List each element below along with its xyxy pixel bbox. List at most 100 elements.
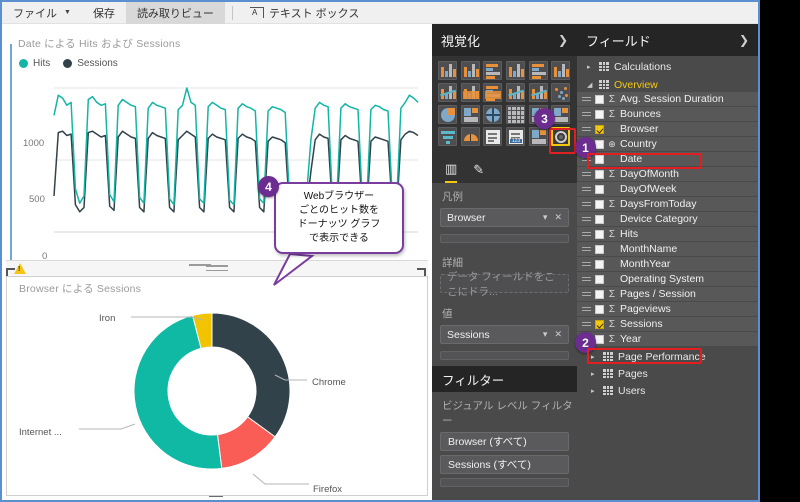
area-chart-icon[interactable] [460, 83, 480, 102]
table-node-calculations[interactable]: ▸ Calculations [577, 59, 758, 74]
field-checkbox[interactable] [595, 229, 604, 239]
reading-view-button[interactable]: 読み取りビュー [125, 1, 225, 24]
field-row-dayofmonth[interactable]: Σ DayOfMonth [577, 167, 758, 182]
field-row-date[interactable]: Date [577, 152, 758, 167]
line-stacked-column-chart-icon[interactable] [505, 83, 525, 102]
chevron-down-icon[interactable]: ▾ [543, 212, 548, 223]
field-checkbox[interactable] [595, 109, 604, 119]
field-checkbox[interactable] [595, 94, 604, 104]
chevron-down-icon[interactable]: ▾ [543, 329, 548, 340]
field-checkbox[interactable] [595, 319, 604, 329]
field-checkbox[interactable] [595, 184, 604, 194]
field-checkbox[interactable] [595, 244, 604, 254]
clustered-column-chart-icon[interactable] [505, 61, 525, 80]
field-row-country[interactable]: ⊕ Country [577, 137, 758, 152]
drag-grip-icon[interactable] [582, 186, 591, 192]
drag-grip-icon[interactable] [582, 96, 591, 102]
tab-fields[interactable]: ▥ [445, 161, 458, 183]
stacked-bar-chart-icon[interactable] [438, 61, 457, 80]
donut-slice-chrome[interactable] [211, 312, 291, 438]
field-row-dayofweek[interactable]: DayOfWeek [577, 182, 758, 197]
filter-card-sessions[interactable]: Sessions (すべて) [440, 455, 569, 474]
field-row-pages-session[interactable]: Σ Pages / Session [577, 287, 758, 302]
line-chart-icon[interactable] [438, 83, 457, 102]
visual-filter-empty-slot[interactable] [440, 478, 569, 487]
remove-field-icon[interactable]: ✕ [554, 212, 562, 223]
drag-grip-icon[interactable] [582, 261, 591, 267]
drag-grip-icon[interactable] [582, 111, 591, 117]
field-row-bounces[interactable]: Σ Bounces [577, 107, 758, 122]
field-row-daysfromtoday[interactable]: Σ DaysFromToday [577, 197, 758, 212]
field-checkbox[interactable] [595, 124, 604, 134]
fields-list[interactable]: ▸ Calculations ◢ Overview Σ Avg. Session Dura… [577, 59, 758, 398]
field-row-avg-session-duration[interactable]: Σ Avg. Session Duration [577, 92, 758, 107]
drag-handle-top[interactable] [189, 264, 211, 269]
triangle-right-icon[interactable]: ▸ [587, 63, 594, 71]
matrix-icon[interactable] [505, 105, 525, 124]
visual-type-grid[interactable]: 123 [432, 56, 577, 153]
scatter-chart-icon[interactable] [551, 83, 571, 102]
table-icon[interactable] [528, 127, 548, 146]
text-box-button[interactable]: テキスト ボックス [240, 2, 370, 24]
drag-grip-icon[interactable] [582, 201, 591, 207]
field-checkbox[interactable] [595, 154, 604, 164]
save-button[interactable]: 保存 [82, 2, 126, 24]
file-menu-button[interactable]: ファイル ▼ [2, 2, 82, 24]
field-checkbox[interactable] [595, 199, 604, 209]
map-icon[interactable] [483, 105, 503, 124]
details-field-well[interactable]: データ フィールドをここにドラ... [440, 271, 569, 298]
chevron-right-icon[interactable]: ❯ [558, 33, 568, 47]
donut-chart-visual[interactable]: Browser による Sessions Iron Chrome Interne… [6, 276, 428, 496]
table-node-overview[interactable]: ◢ Overview [577, 77, 758, 92]
drag-grip-icon[interactable] [582, 321, 591, 327]
drag-grip-icon[interactable] [582, 291, 591, 297]
field-row-year[interactable]: Σ Year [577, 332, 758, 347]
legend-field-well[interactable]: Browser ▾ ✕ [440, 208, 569, 227]
drag-grip-icon[interactable] [582, 276, 591, 282]
field-checkbox[interactable] [595, 289, 604, 299]
field-checkbox[interactable] [595, 139, 604, 149]
field-row-pageviews[interactable]: Σ Pageviews [577, 302, 758, 317]
table-node-pages[interactable]: ▸ Pages [577, 366, 758, 381]
legend-empty-slot[interactable] [440, 234, 569, 243]
values-field-well[interactable]: Sessions ▾ ✕ [440, 325, 569, 344]
remove-field-icon[interactable]: ✕ [554, 329, 562, 340]
field-checkbox[interactable] [595, 169, 604, 179]
chevron-right-icon[interactable]: ❯ [739, 33, 749, 47]
table-node-users[interactable]: ▸ Users [577, 383, 758, 398]
tab-format[interactable]: ✎ [473, 162, 484, 182]
table-node-page-performance[interactable]: ▸ Page Performance [577, 349, 758, 364]
treemap-icon[interactable] [460, 105, 480, 124]
stacked-column-chart-icon[interactable] [460, 61, 480, 80]
triangle-right-icon[interactable]: ▸ [591, 387, 598, 395]
field-row-sessions[interactable]: Σ Sessions [577, 317, 758, 332]
values-empty-slot[interactable] [440, 351, 569, 360]
field-checkbox[interactable] [595, 304, 604, 314]
line-clustered-column-chart-icon[interactable] [528, 83, 548, 102]
drag-grip-icon[interactable] [582, 216, 591, 222]
gauge-chart-icon[interactable] [460, 127, 480, 146]
pie-chart-icon[interactable] [438, 105, 457, 124]
field-row-browser[interactable]: Browser [577, 122, 758, 137]
field-row-monthname[interactable]: MonthName [577, 242, 758, 257]
field-row-monthyear[interactable]: MonthYear [577, 257, 758, 272]
multi-row-card-icon[interactable]: 123 [505, 127, 525, 146]
drag-grip-icon[interactable] [582, 126, 591, 132]
drag-grip-icon[interactable] [582, 171, 591, 177]
field-checkbox[interactable] [595, 274, 604, 284]
drag-grip-icon[interactable] [582, 306, 591, 312]
100-stacked-column-chart-icon[interactable] [551, 61, 571, 80]
donut-chart-icon[interactable] [551, 127, 571, 146]
clustered-bar-chart-icon[interactable] [483, 61, 503, 80]
drag-grip-icon[interactable] [582, 246, 591, 252]
field-row-operating-system[interactable]: Operating System [577, 272, 758, 287]
field-checkbox[interactable] [595, 334, 604, 344]
triangle-right-icon[interactable]: ▸ [591, 370, 598, 378]
field-checkbox[interactable] [595, 214, 604, 224]
triangle-down-icon[interactable]: ◢ [587, 81, 594, 89]
triangle-right-icon[interactable]: ▸ [591, 353, 598, 361]
filter-card-browser[interactable]: Browser (すべて) [440, 432, 569, 451]
field-row-hits[interactable]: Σ Hits [577, 227, 758, 242]
100-stacked-bar-chart-icon[interactable] [528, 61, 548, 80]
stacked-area-chart-icon[interactable] [483, 83, 503, 102]
